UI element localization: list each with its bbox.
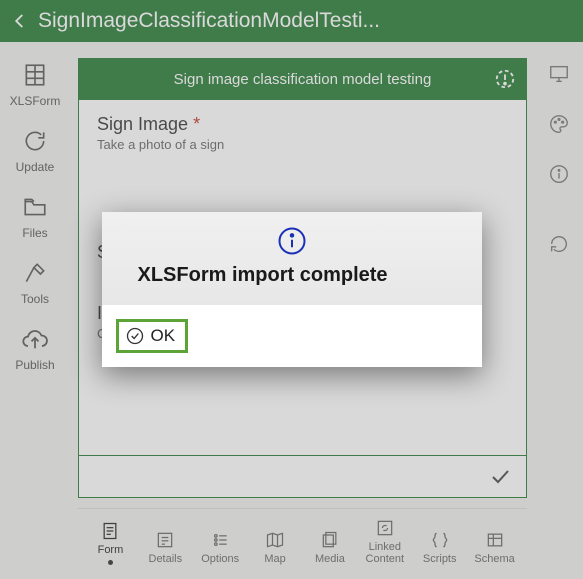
- dialog-title: XLSForm import complete: [138, 264, 464, 287]
- ok-button[interactable]: OK: [116, 319, 189, 353]
- dialog-header: XLSForm import complete: [102, 212, 482, 305]
- import-complete-dialog: XLSForm import complete OK: [102, 212, 482, 367]
- ok-label: OK: [151, 326, 176, 346]
- info-circle-icon: [120, 226, 464, 256]
- dialog-actions: OK: [102, 305, 482, 367]
- check-circle-icon: [125, 326, 145, 346]
- modal-scrim[interactable]: XLSForm import complete OK: [0, 0, 583, 579]
